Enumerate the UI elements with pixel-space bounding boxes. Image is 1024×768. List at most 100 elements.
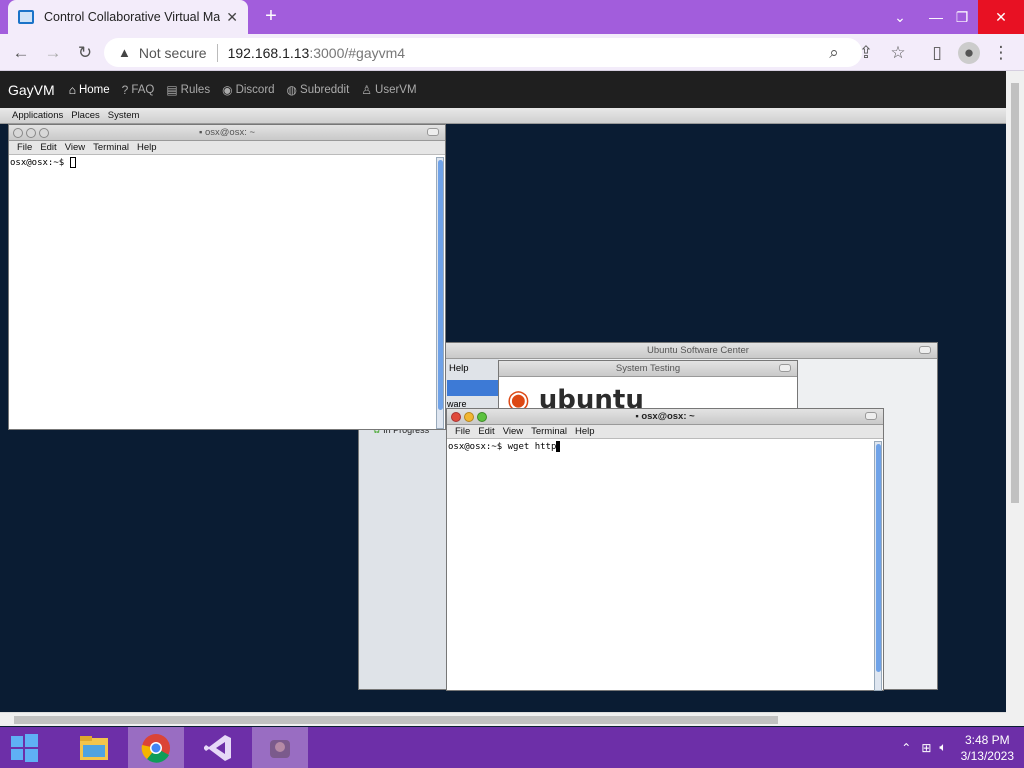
- menu-view[interactable]: View: [503, 426, 523, 437]
- volume-icon[interactable]: 🔈︎: [939, 740, 946, 755]
- new-tab-button[interactable]: +: [260, 5, 282, 27]
- menu-help[interactable]: Help: [575, 426, 595, 437]
- tab-title: Control Collaborative Virtual Ma: [44, 10, 221, 24]
- panel-places[interactable]: Places: [71, 110, 100, 121]
- nav-rules[interactable]: ▤ Rules: [166, 83, 210, 97]
- terminal-2-titlebar: ▪ osx@osx: ~: [447, 409, 883, 425]
- gnome-top-panel: Applications Places System: [0, 108, 1006, 124]
- network-icon[interactable]: ⊞: [921, 741, 931, 755]
- reddit-icon: ◍: [286, 82, 298, 97]
- visual-studio-button[interactable]: [190, 727, 246, 768]
- warning-icon: ▲: [118, 45, 131, 60]
- clock-date: 3/13/2023: [960, 748, 1014, 763]
- menu-terminal[interactable]: Terminal: [531, 426, 567, 437]
- menu-terminal[interactable]: Terminal: [93, 142, 129, 153]
- terminal-2-menubar: File Edit View Terminal Help: [447, 425, 883, 439]
- home-icon: ⌂: [68, 82, 76, 97]
- nav-home[interactable]: ⌂ Home: [69, 83, 110, 97]
- share-icon[interactable]: ⇪: [855, 42, 877, 64]
- url-text: 192.168.1.13:3000/#gayvm4: [227, 44, 406, 61]
- page-horizontal-scrollbar[interactable]: [0, 712, 1006, 726]
- nav-uservm[interactable]: ♙ UserVM: [361, 83, 416, 97]
- panel-applications[interactable]: Applications: [12, 110, 63, 121]
- site-brand[interactable]: GayVM: [8, 82, 55, 98]
- terminal-1-titlebar: ▪ osx@osx: ~: [9, 125, 445, 141]
- zoom-dot-icon[interactable]: [477, 412, 487, 422]
- menu-view[interactable]: View: [65, 142, 85, 153]
- browser-toolbar: ← → ↻ ▲ Not secure 192.168.1.13:3000/#ga…: [0, 34, 1024, 71]
- menu-edit[interactable]: Edit: [40, 142, 56, 153]
- discord-icon: ◉: [222, 82, 233, 97]
- terminal-1-scrollbar[interactable]: [436, 157, 444, 429]
- terminal-2-output[interactable]: osx@osx:~$ wget http: [447, 439, 883, 454]
- chrome-taskbar-button[interactable]: [128, 727, 184, 768]
- panel-system[interactable]: System: [108, 110, 140, 121]
- scroll-thumb[interactable]: [438, 160, 443, 410]
- file-explorer-button[interactable]: [66, 727, 122, 768]
- maximize-icon[interactable]: [779, 364, 791, 372]
- side-panel-icon[interactable]: ▯: [926, 42, 948, 64]
- not-secure-label: Not secure: [138, 44, 207, 61]
- app-icon: [270, 739, 290, 758]
- vm-display[interactable]: Applications Places System Ubuntu Softwa…: [0, 108, 1006, 712]
- terminal-1-output[interactable]: osx@osx:~$: [9, 155, 445, 170]
- user-icon: ♙: [361, 82, 373, 97]
- address-bar[interactable]: ▲ Not secure 192.168.1.13:3000/#gayvm4: [104, 38, 862, 67]
- back-icon[interactable]: ←: [10, 42, 32, 64]
- question-icon: ?: [121, 82, 129, 97]
- nav-discord[interactable]: ◉ Discord: [222, 83, 274, 97]
- tab-close-icon[interactable]: ✕: [226, 9, 238, 26]
- text-cursor: [556, 441, 561, 452]
- bookmark-star-icon[interactable]: ☆: [887, 42, 909, 64]
- maximize-icon[interactable]: [919, 346, 931, 354]
- start-button[interactable]: [0, 727, 48, 768]
- nav-subreddit[interactable]: ◍ Subreddit: [287, 83, 350, 97]
- menu-edit[interactable]: Edit: [478, 426, 494, 437]
- maximize-icon[interactable]: [865, 412, 877, 420]
- clipboard-icon: ▤: [166, 82, 178, 97]
- folder-icon: [80, 735, 108, 760]
- omnibox-separator: [216, 43, 218, 62]
- browser-tab-strip: Control Collaborative Virtual Ma ✕ + ⌄ —…: [0, 0, 1024, 34]
- close-window-button[interactable]: ✕: [978, 0, 1024, 34]
- vm-app-taskbar-button[interactable]: [252, 727, 308, 768]
- minimize-dot-icon[interactable]: [464, 412, 474, 422]
- close-dot-icon[interactable]: [13, 128, 23, 138]
- monitor-icon: [18, 10, 34, 24]
- clock-time: 3:48 PM: [964, 732, 1010, 747]
- browser-tab[interactable]: Control Collaborative Virtual Ma ✕: [8, 0, 248, 34]
- chrome-icon: [141, 733, 170, 763]
- close-dot-icon[interactable]: [451, 412, 461, 422]
- windows-logo-icon: [11, 733, 38, 762]
- menu-help[interactable]: Help: [137, 142, 157, 153]
- menu-kebab-icon[interactable]: ⋮: [990, 42, 1012, 64]
- visual-studio-icon: [204, 734, 231, 761]
- windows-taskbar: ⌃ ⊞ 🔈︎ 3:48 PM 3/13/2023: [0, 727, 1024, 768]
- profile-avatar-icon[interactable]: ●: [958, 42, 980, 64]
- page-scroll-thumb[interactable]: [1011, 83, 1019, 503]
- forward-icon[interactable]: →: [42, 42, 64, 64]
- minimize-dot-icon[interactable]: [26, 128, 36, 138]
- terminal-1-menubar: File Edit View Terminal Help: [9, 141, 445, 155]
- zoom-dot-icon[interactable]: [39, 128, 49, 138]
- site-navbar: GayVM ⌂ Home ? FAQ ▤ Rules ◉ Discord ◍ Subred…: [0, 71, 1010, 108]
- reload-icon[interactable]: ↻: [74, 42, 96, 64]
- menu-file[interactable]: File: [17, 142, 32, 153]
- scroll-thumb[interactable]: [876, 444, 881, 672]
- text-cursor: [69, 157, 76, 168]
- maximize-icon[interactable]: [427, 128, 439, 136]
- system-tray: ⌃ ⊞ 🔈︎ 3:48 PM 3/13/2023: [901, 727, 1014, 768]
- terminal-window-1[interactable]: ▪ osx@osx: ~ File Edit View Terminal Hel…: [8, 124, 446, 430]
- terminal-window-2[interactable]: ▪ osx@osx: ~ File Edit View Terminal Hel…: [446, 408, 884, 691]
- system-testing-titlebar: System Testing: [499, 361, 797, 377]
- menu-file[interactable]: File: [455, 426, 470, 437]
- taskbar-clock[interactable]: 3:48 PM 3/13/2023: [961, 732, 1014, 764]
- terminal-2-scrollbar[interactable]: [874, 441, 882, 691]
- page-hscroll-thumb[interactable]: [14, 716, 778, 724]
- tab-search-icon[interactable]: ⌄: [882, 0, 918, 34]
- tray-chevron-icon[interactable]: ⌃: [901, 741, 911, 755]
- zoom-icon[interactable]: ⌕: [823, 42, 845, 64]
- page-vertical-scrollbar[interactable]: [1006, 71, 1024, 726]
- restore-button[interactable]: ❐: [944, 0, 980, 34]
- nav-faq[interactable]: ? FAQ: [122, 83, 155, 97]
